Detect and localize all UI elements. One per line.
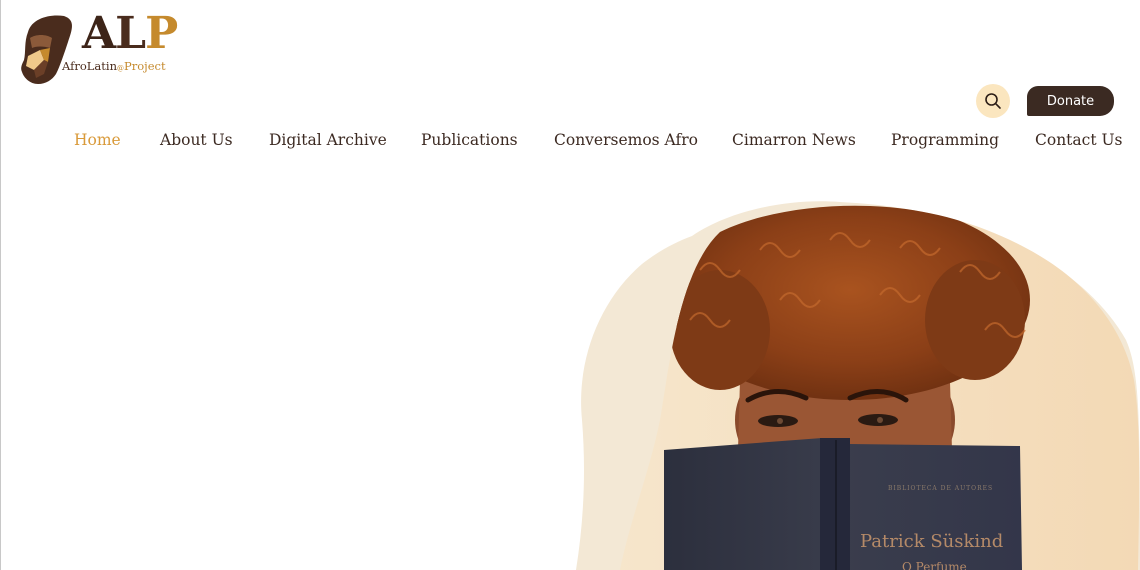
logo-wordmark: ALP	[82, 8, 178, 60]
donate-button[interactable]: Donate	[1027, 86, 1114, 116]
logo-letter-p: P	[145, 8, 178, 59]
nav-publications[interactable]: Publications	[421, 129, 518, 151]
nav-digital-archive[interactable]: Digital Archive	[269, 129, 387, 151]
logo-letter-l: L	[115, 8, 146, 59]
logo-letter-a: A	[82, 8, 116, 59]
logo-face-icon	[21, 15, 72, 84]
book-subtitle: O Perfume	[902, 560, 967, 570]
nav-home[interactable]: Home	[74, 129, 121, 151]
window-edge	[0, 0, 1, 570]
logo-tagline: AfroLatin@Project	[62, 59, 166, 73]
hero-blob-outline	[576, 201, 1140, 570]
logo-tagline-project: Project	[123, 59, 166, 73]
search-icon	[985, 93, 1001, 109]
book-cover	[664, 438, 1022, 570]
site-logo[interactable]: ALP AfroLatin@Project	[20, 8, 178, 88]
book-title: Patrick Süskind	[860, 531, 1004, 552]
hero-image	[576, 201, 1140, 570]
book-publisher: BIBLIOTECA DE AUTORES	[888, 485, 994, 492]
nav-about-us[interactable]: About Us	[160, 129, 233, 151]
nav-cimarron-news[interactable]: Cimarron News	[732, 129, 856, 151]
nav-programming[interactable]: Programming	[891, 129, 999, 151]
logo-tagline-at: @	[116, 64, 124, 72]
hero-section: BIBLIOTECA DE AUTORES Patrick Süskind O …	[0, 0, 1140, 570]
nav-contact-us[interactable]: Contact Us	[1035, 129, 1123, 151]
nav-conversemos-afro[interactable]: Conversemos Afro	[554, 129, 698, 151]
logo-tagline-main: AfroLatin	[62, 59, 117, 73]
search-button[interactable]	[976, 84, 1010, 118]
